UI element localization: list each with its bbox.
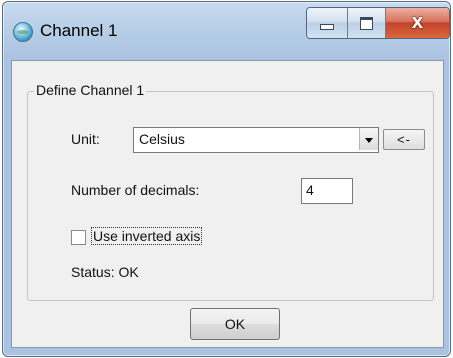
window-title: Channel 1 <box>40 21 118 40</box>
minimize-icon <box>320 24 335 30</box>
globe-icon <box>13 22 33 42</box>
chevron-down-icon[interactable] <box>359 128 378 150</box>
dialog-window: Channel 1 X Define Channel 1 Unit: Celsi… <box>2 1 451 357</box>
unit-label: Unit: <box>71 131 100 147</box>
caption-buttons: X <box>306 7 450 39</box>
inverted-axis-checkbox[interactable] <box>71 230 86 245</box>
close-icon: X <box>411 14 424 32</box>
inverted-axis-label[interactable]: Use inverted axis <box>91 227 203 245</box>
group-title: Define Channel 1 <box>34 82 147 98</box>
maximize-icon <box>360 16 374 30</box>
close-button[interactable]: X <box>385 8 449 38</box>
unit-select[interactable]: Celsius <box>133 127 379 153</box>
maximize-button[interactable] <box>348 8 386 38</box>
unit-side-button[interactable]: <- <box>383 129 425 150</box>
minimize-button[interactable] <box>307 8 349 38</box>
decimals-label: Number of decimals: <box>71 182 200 198</box>
dialog-client-area: Define Channel 1 Unit: Celsius <- Number… <box>11 60 444 348</box>
ok-button[interactable]: OK <box>190 308 280 340</box>
inverted-axis-label-text: Use inverted axis <box>91 227 203 245</box>
title-bar[interactable]: Channel 1 X <box>3 2 450 60</box>
status-text: Status: OK <box>71 264 139 280</box>
unit-select-value: Celsius <box>139 131 185 147</box>
decimals-input[interactable]: 4 <box>301 178 353 204</box>
